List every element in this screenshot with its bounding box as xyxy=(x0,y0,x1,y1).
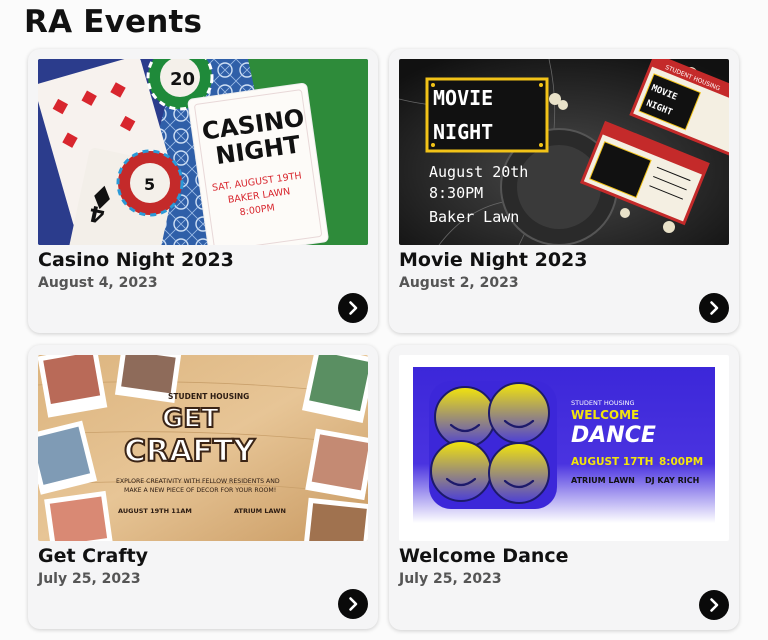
dance-line-3: ATRIUM LAWN xyxy=(571,476,635,485)
movie-line-3: Baker Lawn xyxy=(429,208,519,226)
event-poster-casino-night[interactable]: 4 20 5 CASINO NIGHT SAT. AUGUST 19TH BAK… xyxy=(38,59,368,245)
event-title[interactable]: Welcome Dance xyxy=(399,545,569,567)
open-event-button[interactable] xyxy=(699,293,729,323)
dance-headline-2: DANCE xyxy=(571,423,656,448)
event-title[interactable]: Casino Night 2023 xyxy=(38,249,234,271)
event-card-movie-night[interactable]: MOVIE NIGHT August 20th 8:30PM Baker Law… xyxy=(389,49,739,333)
dance-kicker: STUDENT HOUSING xyxy=(571,399,635,407)
casino-chip-value: 20 xyxy=(170,69,195,90)
event-poster-welcome-dance[interactable]: STUDENT HOUSING WELCOME DANCE AUGUST 17T… xyxy=(399,355,729,541)
crafty-body-2: MAKE A NEW PIECE OF DECOR FOR YOUR ROOM! xyxy=(124,487,276,494)
event-card-welcome-dance[interactable]: STUDENT HOUSING WELCOME DANCE AUGUST 17T… xyxy=(389,345,739,630)
event-card-get-crafty[interactable]: STUDENT HOUSING GET CRAFTY EXPLORE CREAT… xyxy=(28,345,378,629)
svg-text:5: 5 xyxy=(144,175,155,194)
event-title[interactable]: Movie Night 2023 xyxy=(399,249,587,271)
crafty-body-1: EXPLORE CREATIVITY WITH FELLOW RESIDENTS… xyxy=(116,478,280,485)
dance-line-4: DJ KAY RICH xyxy=(645,476,699,485)
page-title: RA Events xyxy=(24,4,203,40)
event-title[interactable]: Get Crafty xyxy=(38,545,148,567)
movie-headline-1: MOVIE xyxy=(433,86,493,110)
open-event-button[interactable] xyxy=(338,589,368,619)
open-event-button[interactable] xyxy=(699,590,729,620)
open-event-button[interactable] xyxy=(338,293,368,323)
dance-line-1: AUGUST 17TH xyxy=(571,456,653,468)
event-date: July 25, 2023 xyxy=(38,571,141,587)
event-card-casino-night[interactable]: 4 20 5 CASINO NIGHT SAT. AUGUST 19TH BAK… xyxy=(28,49,378,333)
dance-headline-1: WELCOME xyxy=(571,408,639,422)
chevron-right-icon xyxy=(710,301,719,315)
crafty-footer-right: ATRIUM LAWN xyxy=(234,507,286,515)
crafty-headline-1: GET xyxy=(162,404,219,434)
crafty-kicker: STUDENT HOUSING xyxy=(168,392,249,401)
chevron-right-icon xyxy=(349,597,358,611)
chevron-right-icon xyxy=(349,301,358,315)
event-date: August 4, 2023 xyxy=(38,275,158,291)
event-poster-movie-night[interactable]: MOVIE NIGHT August 20th 8:30PM Baker Law… xyxy=(399,59,729,245)
crafty-footer-left: AUGUST 19TH 11AM xyxy=(118,507,192,515)
crafty-headline-2: CRAFTY xyxy=(124,434,256,469)
dance-line-2: 8:00PM xyxy=(659,456,703,468)
event-date: August 2, 2023 xyxy=(399,275,519,291)
chevron-right-icon xyxy=(710,598,719,612)
movie-line-2: 8:30PM xyxy=(429,184,483,202)
movie-headline-2: NIGHT xyxy=(433,120,493,144)
movie-line-1: August 20th xyxy=(429,163,528,181)
event-poster-get-crafty[interactable]: STUDENT HOUSING GET CRAFTY EXPLORE CREAT… xyxy=(38,355,368,541)
event-date: July 25, 2023 xyxy=(399,571,502,587)
